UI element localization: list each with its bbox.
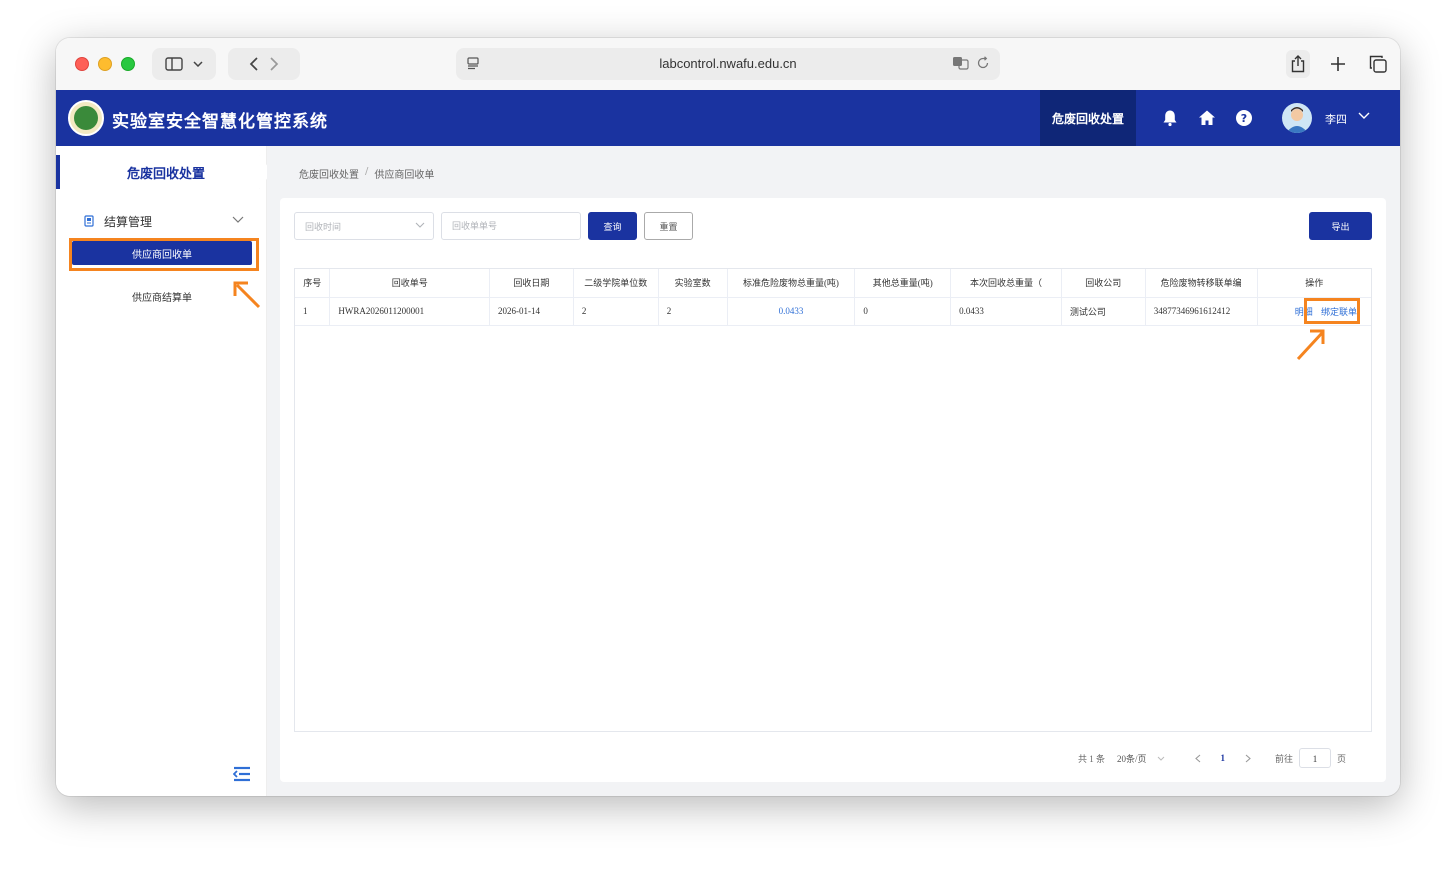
browser-actions [1282, 48, 1390, 80]
cell-college-count: 2 [573, 297, 659, 326]
chevron-down-icon [232, 216, 244, 223]
column-header: 实验室数 [658, 269, 728, 298]
sidebar-item-supplier-settlement[interactable]: 供应商结算单 [72, 286, 252, 306]
back-icon[interactable] [249, 57, 259, 71]
tab-overview-button[interactable] [1366, 50, 1390, 78]
cell-company: 测试公司 [1061, 297, 1146, 326]
page-number[interactable]: 1 [1221, 753, 1226, 763]
chevron-down-icon [415, 222, 425, 228]
page-size-label: 20条/页 [1117, 753, 1147, 764]
cell-date: 2026-01-14 [489, 297, 574, 326]
goto-label: 前往 [1275, 753, 1294, 764]
table-row: 1 HWRA2026011200001 2026-01-14 2 2 0.043… [295, 297, 1371, 326]
page-suffix: 页 [1337, 753, 1347, 764]
column-header: 二级学院单位数 [573, 269, 659, 298]
breadcrumb-separator: / [365, 166, 369, 177]
column-header: 序号 [295, 269, 331, 298]
bell-icon[interactable] [1161, 109, 1179, 127]
cell-other-weight: 0 [854, 297, 952, 326]
user-name[interactable]: 李四 [1325, 111, 1347, 127]
university-logo [68, 100, 104, 136]
cell-total-weight: 0.0433 [950, 297, 1062, 326]
cell-transfer-no: 34877346961612412 [1145, 297, 1258, 326]
tabs-icon [1369, 55, 1387, 73]
document-icon [84, 215, 94, 227]
cell-lab-count: 2 [658, 297, 728, 326]
cell-std-weight: 0.0433 [727, 297, 856, 326]
maximize-window-button[interactable] [121, 57, 135, 71]
select-placeholder: 回收时间 [305, 222, 342, 233]
sidebar-icon [165, 57, 183, 71]
breadcrumb-item: 供应商回收单 [374, 170, 435, 181]
column-header: 标准危险废物总重量(吨) [727, 269, 856, 298]
plus-icon [1331, 57, 1345, 71]
column-header: 其他总重量(吨) [854, 269, 952, 298]
goto-page-input[interactable]: 1 [1299, 748, 1332, 768]
export-button[interactable]: 导出 [1309, 212, 1372, 240]
app-title: 实验室安全智慧化管控系统 [112, 112, 328, 131]
menu-group-label: 结算管理 [104, 214, 153, 229]
address-bar[interactable]: labcontrol.nwafu.edu.cn [456, 48, 1000, 80]
reload-icon[interactable] [976, 56, 990, 70]
next-page-icon[interactable] [1245, 754, 1251, 763]
collapse-menu-icon[interactable] [233, 766, 251, 782]
cell-order-no: HWRA2026011200001 [329, 297, 491, 326]
home-icon[interactable] [1198, 109, 1216, 127]
sidebar-toggle-button[interactable] [152, 48, 216, 80]
cell-index: 1 [295, 297, 331, 326]
column-header: 本次回收总重量（ [950, 269, 1062, 298]
minimize-window-button[interactable] [98, 57, 112, 71]
new-tab-button[interactable] [1326, 50, 1350, 78]
column-header: 回收单号 [329, 269, 491, 298]
sidebar-module-title[interactable]: 危废回收处置 [56, 155, 272, 189]
sidebar: 危废回收处置 结算管理 供应商回收单 供应商结算单 [56, 146, 272, 796]
table-header-row: 序号 回收单号 回收日期 二级学院单位数 实验室数 标准危险废物总重量(吨) 其… [295, 269, 1371, 298]
data-table: 序号 回收单号 回收日期 二级学院单位数 实验室数 标准危险废物总重量(吨) 其… [294, 268, 1372, 732]
query-button[interactable]: 查询 [588, 212, 637, 240]
reset-button[interactable]: 重置 [644, 212, 693, 240]
app-header: 实验室安全智慧化管控系统 危废回收处置 ? 李四 [56, 90, 1400, 146]
chevron-down-icon [193, 61, 203, 67]
header-module-tab[interactable]: 危废回收处置 [1040, 90, 1136, 146]
highlight-annotation [1304, 298, 1360, 324]
pagination: 共 1 条 20条/页 1 前往 1 页 [1078, 748, 1358, 768]
breadcrumb-item[interactable]: 危废回收处置 [299, 166, 359, 181]
help-icon[interactable]: ? [1235, 109, 1253, 127]
browser-window: labcontrol.nwafu.edu.cn 实验室安全智慧化管控系统 危废回… [56, 38, 1400, 796]
translate-icon[interactable] [952, 56, 970, 70]
page-size-select[interactable]: 20条/页 [1117, 752, 1165, 765]
nav-buttons [228, 48, 300, 80]
column-header: 操作 [1257, 269, 1371, 298]
total-count: 共 1 条 [1078, 753, 1106, 764]
column-header: 危险废物转移联单编 [1145, 269, 1258, 298]
prev-page-icon[interactable] [1194, 754, 1201, 763]
content-card: 回收时间 查询 重置 导出 序号 回收单号 回收日期 二级学院单位数 实验室数 [280, 198, 1386, 782]
share-button[interactable] [1286, 50, 1310, 78]
column-header: 回收日期 [489, 269, 574, 298]
recycle-time-select[interactable]: 回收时间 [294, 212, 434, 240]
menu-group-settlement[interactable]: 结算管理 [84, 212, 244, 230]
highlight-annotation [69, 238, 259, 271]
column-header: 回收公司 [1061, 269, 1146, 298]
svg-text:?: ? [1241, 112, 1247, 125]
share-icon [1291, 55, 1305, 73]
order-number-input[interactable] [441, 212, 581, 240]
browser-toolbar: labcontrol.nwafu.edu.cn [56, 38, 1400, 90]
avatar[interactable] [1282, 103, 1312, 133]
annotation-arrow-right [1296, 329, 1325, 361]
url-text: labcontrol.nwafu.edu.cn [659, 56, 797, 71]
chevron-down-icon [1157, 756, 1164, 761]
close-window-button[interactable] [75, 57, 89, 71]
std-weight-link[interactable]: 0.0433 [779, 306, 804, 316]
annotation-arrow-left [233, 281, 261, 309]
breadcrumb: 危废回收处置 / 供应商回收单 [299, 166, 434, 181]
chevron-down-icon[interactable] [1358, 112, 1370, 120]
forward-icon[interactable] [269, 57, 279, 71]
